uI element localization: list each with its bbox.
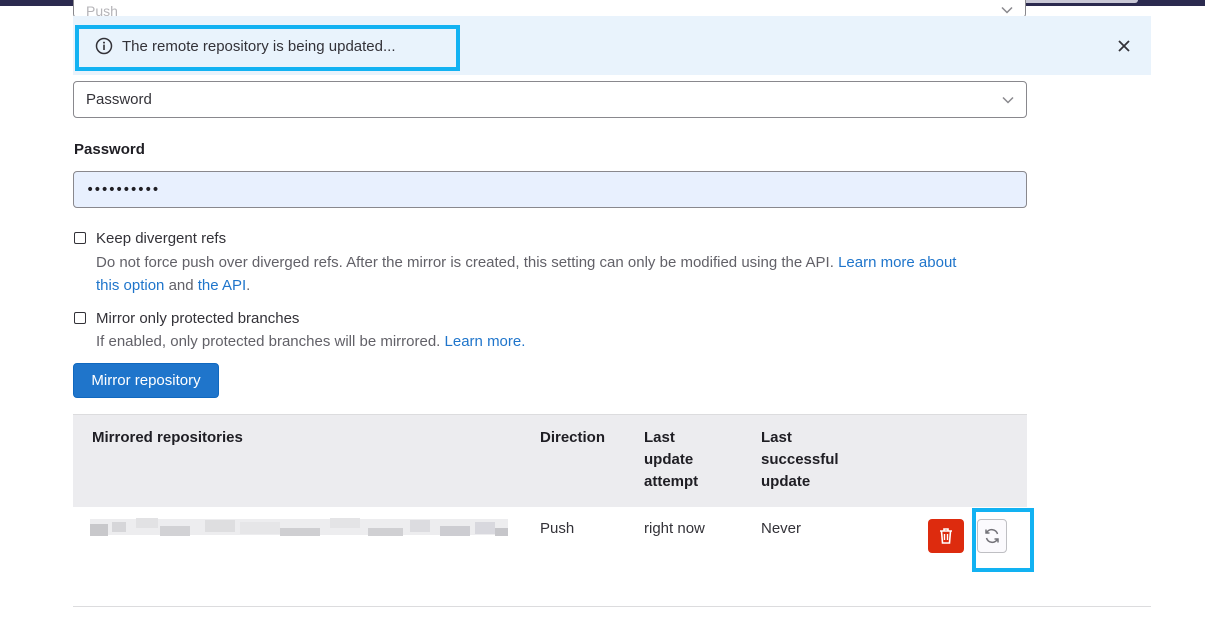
- header-last-successful-update-line1: Last: [761, 429, 792, 446]
- learn-more-option-link-part2[interactable]: this option: [96, 277, 164, 294]
- protected-branches-help: If enabled, only protected branches will…: [96, 330, 525, 353]
- keep-divergent-checkbox[interactable]: [74, 232, 86, 244]
- keep-divergent-help: Do not force push over diverged refs. Af…: [96, 251, 1016, 297]
- authentication-method-select[interactable]: Password: [73, 81, 1027, 118]
- refresh-highlight-box: [972, 508, 1034, 572]
- password-value: ••••••••••: [86, 181, 160, 198]
- row-direction: Push: [540, 520, 575, 537]
- chevron-down-icon: [1001, 3, 1013, 17]
- learn-more-option-link-part1[interactable]: Learn more about: [838, 254, 956, 271]
- keep-divergent-label: Keep divergent refs: [96, 230, 227, 247]
- header-last-successful-update-line3: update: [761, 473, 811, 490]
- header-last-successful-update-line2: successful: [761, 451, 839, 468]
- auth-method-value: Password: [86, 91, 152, 108]
- row-last-attempt: right now: [644, 520, 705, 537]
- close-icon[interactable]: [1116, 38, 1132, 54]
- header-last-update-attempt-line3: attempt: [644, 473, 699, 490]
- keep-divergent-help-period: .: [246, 277, 251, 294]
- mirror-repository-button[interactable]: Mirror repository: [73, 363, 219, 398]
- section-divider: [73, 606, 1151, 607]
- header-last-update-attempt-line2: update: [644, 451, 694, 468]
- trash-icon: [940, 528, 952, 544]
- protected-branches-checkbox[interactable]: [74, 312, 86, 324]
- keep-divergent-help-text: Do not force push over diverged refs. Af…: [96, 254, 834, 271]
- chevron-down-icon: [1002, 93, 1014, 107]
- mirrors-table-header: Mirrored repositories Direction Last upd…: [73, 414, 1027, 507]
- protected-branches-label: Mirror only protected branches: [96, 310, 300, 327]
- keep-divergent-help-and: and: [168, 277, 194, 294]
- protected-branches-help-text: If enabled, only protected branches will…: [96, 333, 441, 350]
- alert-highlight-box: [75, 25, 460, 71]
- password-label: Password: [74, 141, 145, 158]
- api-link[interactable]: the API: [198, 277, 246, 294]
- header-direction: Direction: [540, 429, 606, 446]
- header-mirrored-repositories: Mirrored repositories: [92, 429, 243, 446]
- password-input[interactable]: ••••••••••: [73, 171, 1027, 208]
- protected-learn-more-link[interactable]: Learn more.: [445, 333, 526, 350]
- redacted-repository-url: [90, 518, 508, 536]
- row-last-success: Never: [761, 520, 802, 537]
- header-last-update-attempt-line1: Last: [644, 429, 675, 446]
- delete-mirror-button[interactable]: [928, 519, 964, 553]
- header-last-update-attempt: Last update attempt: [644, 427, 698, 493]
- header-last-successful-update: Last successful update: [761, 427, 839, 493]
